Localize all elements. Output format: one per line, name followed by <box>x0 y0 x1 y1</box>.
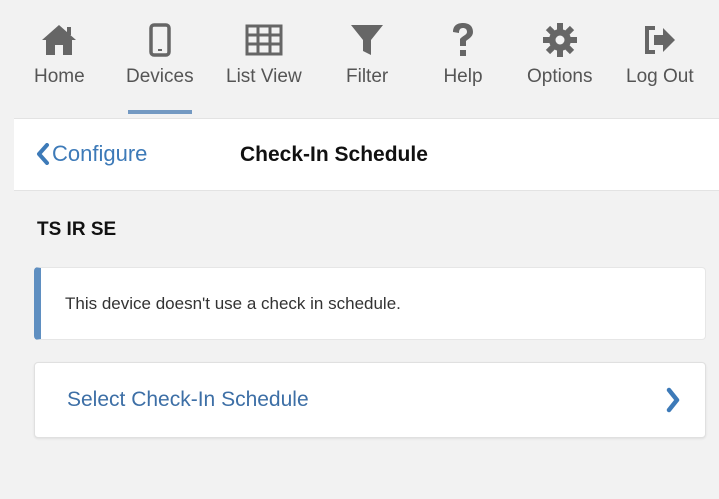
nav-options[interactable]: Options <box>527 14 592 88</box>
top-navigation: Home Devices List View Filter Help Optio… <box>14 0 719 118</box>
nav-list-view[interactable]: List View <box>226 14 302 88</box>
grid-icon <box>244 14 284 66</box>
device-name: TS IR SE <box>37 219 117 240</box>
nav-logout[interactable]: Log Out <box>626 14 694 88</box>
notice-text: This device doesn't use a check in sched… <box>65 294 401 313</box>
select-check-in-schedule-button[interactable]: Select Check-In Schedule <box>34 362 706 438</box>
filter-icon <box>347 14 387 66</box>
nav-devices[interactable]: Devices <box>126 14 194 114</box>
nav-list-view-label: List View <box>226 66 302 87</box>
back-button-label: Configure <box>52 141 148 166</box>
logout-icon <box>640 14 680 66</box>
nav-home-label: Home <box>34 66 85 87</box>
nav-logout-label: Log Out <box>626 66 694 87</box>
select-check-in-schedule-label: Select Check-In Schedule <box>67 388 309 411</box>
question-icon <box>443 14 483 66</box>
nav-help[interactable]: Help <box>443 14 483 88</box>
chevron-right-icon <box>666 387 680 413</box>
gear-icon <box>540 14 580 66</box>
mobile-device-icon <box>140 14 180 66</box>
chevron-left-icon <box>37 143 49 165</box>
nav-filter-label: Filter <box>346 66 389 87</box>
info-notice: This device doesn't use a check in sched… <box>34 267 706 340</box>
nav-filter[interactable]: Filter <box>346 14 388 88</box>
nav-options-label: Options <box>527 66 593 87</box>
page-header: Configure Check-In Schedule <box>14 118 719 191</box>
home-icon <box>39 14 79 66</box>
active-tab-indicator <box>128 110 192 114</box>
nav-devices-label: Devices <box>126 66 194 87</box>
nav-help-label: Help <box>443 66 483 87</box>
back-button[interactable]: Configure <box>36 141 147 167</box>
page-title: Check-In Schedule <box>240 143 428 166</box>
nav-home[interactable]: Home <box>34 14 85 88</box>
